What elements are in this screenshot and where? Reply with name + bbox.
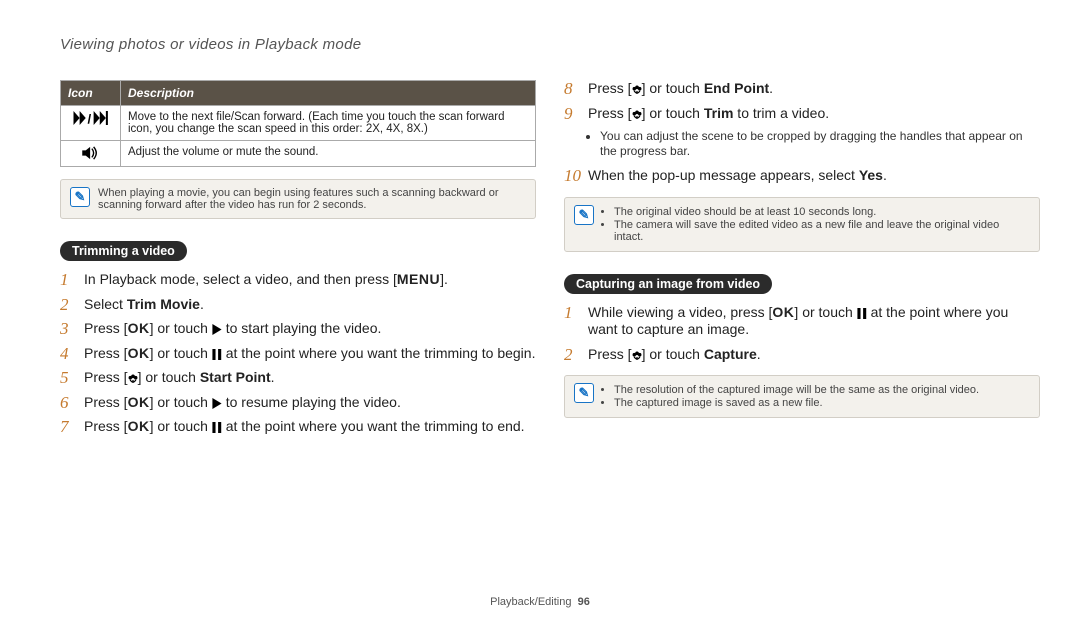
play-icon bbox=[212, 398, 222, 409]
trim-steps-list: In Playback mode, select a video, and th… bbox=[60, 271, 536, 436]
scan-forward-icon bbox=[61, 106, 121, 141]
ok-key: OK bbox=[128, 394, 150, 410]
step-item: When the pop-up message appears, select … bbox=[564, 167, 1040, 185]
macro-icon bbox=[128, 373, 138, 384]
step-item: Select Trim Movie. bbox=[60, 296, 536, 314]
scan-forward-desc: Move to the next file/Scan forward. (Eac… bbox=[121, 106, 536, 141]
table-row: Adjust the volume or mute the sound. bbox=[61, 141, 536, 167]
trim-steps-cont: Press [] or touch End Point. Press [] or … bbox=[564, 80, 1040, 122]
capture-steps-list: While viewing a video, press [OK] or tou… bbox=[564, 304, 1040, 364]
step-item: Press [OK] or touch to start playing the… bbox=[60, 320, 536, 338]
section-capture-heading: Capturing an image from video bbox=[564, 274, 772, 294]
menu-key: MENU bbox=[397, 271, 440, 287]
note-info-icon: ✎ bbox=[574, 383, 594, 403]
page-title: Viewing photos or videos in Playback mod… bbox=[60, 36, 361, 53]
volume-desc: Adjust the volume or mute the sound. bbox=[121, 141, 536, 167]
step-item: Press [] or touch Trim to trim a video. bbox=[564, 105, 1040, 123]
macro-icon bbox=[632, 84, 642, 95]
col-header-icon: Icon bbox=[61, 81, 121, 106]
ok-key: OK bbox=[128, 320, 150, 336]
pause-icon bbox=[857, 308, 867, 319]
note-capture: ✎ The resolution of the captured image w… bbox=[564, 375, 1040, 418]
page-footer: Playback/Editing 96 bbox=[0, 596, 1080, 608]
step-item: In Playback mode, select a video, and th… bbox=[60, 271, 536, 289]
step-item: Press [] or touch End Point. bbox=[564, 80, 1040, 98]
macro-icon bbox=[632, 350, 642, 361]
note-info-icon: ✎ bbox=[574, 205, 594, 225]
table-row: Move to the next file/Scan forward. (Eac… bbox=[61, 106, 536, 141]
ok-key: OK bbox=[128, 418, 150, 434]
trim-step-final: When the pop-up message appears, select … bbox=[564, 167, 1040, 185]
play-icon bbox=[212, 324, 222, 335]
step-item: Press [OK] or touch at the point where y… bbox=[60, 418, 536, 436]
section-trimming-heading: Trimming a video bbox=[60, 241, 187, 261]
ok-key: OK bbox=[772, 304, 794, 320]
step-item: While viewing a video, press [OK] or tou… bbox=[564, 304, 1040, 339]
pause-icon bbox=[212, 349, 222, 360]
step-item: Press [OK] or touch at the point where y… bbox=[60, 345, 536, 363]
trim-substep: You can adjust the scene to be cropped b… bbox=[564, 129, 1040, 159]
macro-icon bbox=[632, 109, 642, 120]
ok-key: OK bbox=[128, 345, 150, 361]
icon-description-table: Icon Description Move to the next file/S… bbox=[60, 80, 536, 167]
note-info-icon: ✎ bbox=[70, 187, 90, 207]
step-item: Press [] or touch Capture. bbox=[564, 346, 1040, 364]
step-item: Press [] or touch Start Point. bbox=[60, 369, 536, 387]
left-column: Icon Description Move to the next file/S… bbox=[60, 80, 536, 443]
volume-icon bbox=[61, 141, 121, 167]
pause-icon bbox=[212, 422, 222, 433]
step-item: Press [OK] or touch to resume playing th… bbox=[60, 394, 536, 412]
right-column: Press [] or touch End Point. Press [] or … bbox=[564, 80, 1040, 443]
col-header-desc: Description bbox=[121, 81, 536, 106]
note-trim: ✎ The original video should be at least … bbox=[564, 197, 1040, 252]
note-scan-delay: ✎ When playing a movie, you can begin us… bbox=[60, 179, 536, 219]
